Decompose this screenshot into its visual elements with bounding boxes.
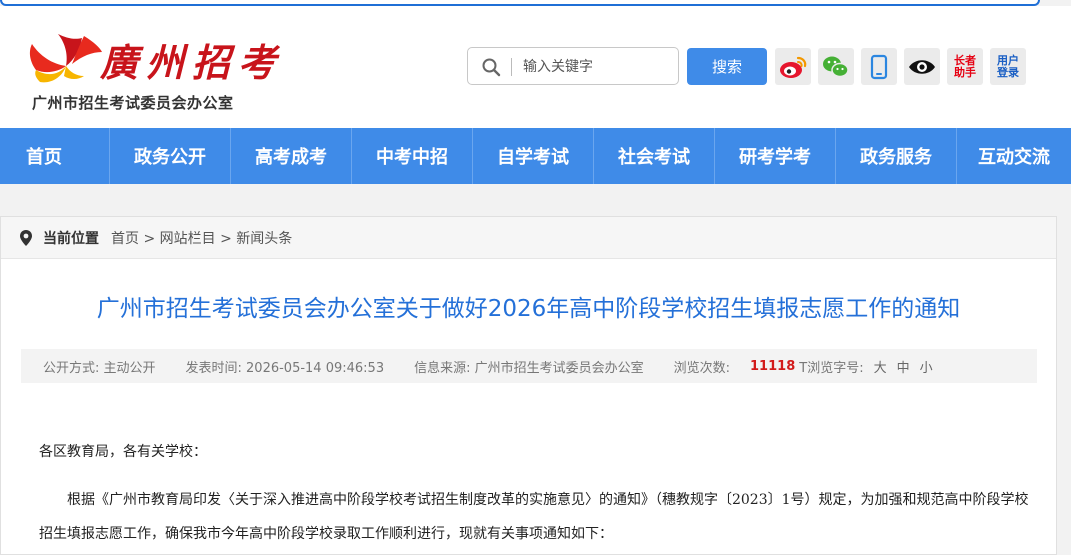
- nav-item-government-affairs[interactable]: 政务公开: [110, 128, 231, 184]
- user-login-button[interactable]: 用户登录: [990, 48, 1026, 85]
- nav-item-home[interactable]: 首页: [0, 128, 110, 184]
- font-size-large[interactable]: 大: [874, 357, 887, 376]
- nav-item-interaction[interactable]: 互动交流: [957, 128, 1071, 184]
- article-meta: 公开方式: 主动公开 发表时间: 2026-05-14 09:46:53 信息来…: [21, 349, 1037, 383]
- article-title: 广州市招生考试委员会办公室关于做好2026年高中阶段学校招生填报志愿工作的通知: [96, 296, 961, 322]
- font-size-label: T浏览字号:: [799, 360, 864, 376]
- info-source: 信息来源: 广州市招生考试委员会办公室: [414, 360, 644, 376]
- logo-subtitle: 广州市招生考试委员会办公室: [32, 94, 234, 112]
- nav-item-graduate-exam[interactable]: 研考学考: [715, 128, 836, 184]
- mobile-button[interactable]: [861, 48, 897, 85]
- search-box: [467, 47, 679, 85]
- elder-assistant-label: 长者助手: [954, 53, 976, 79]
- weibo-button[interactable]: [775, 48, 811, 85]
- publish-date: 发表时间: 2026-05-14 09:46:53: [185, 360, 385, 376]
- breadcrumb-path[interactable]: 首页 > 网站栏目 > 新闻头条: [111, 228, 292, 248]
- wechat-button[interactable]: [818, 48, 854, 85]
- breadcrumb: 当前位置 首页 > 网站栏目 > 新闻头条: [1, 217, 1056, 259]
- nav-item-gaokao[interactable]: 高考成考: [231, 128, 352, 184]
- article-greeting: 各区教育局，各有关学校：: [39, 444, 207, 460]
- article-paragraph: 根据《广州市教育局印发〈关于深入推进高中阶段学校考试招生制度改革的实施意见〉的通…: [39, 492, 1029, 542]
- views-label: 浏览次数:: [673, 360, 731, 376]
- search-input[interactable]: [523, 54, 673, 80]
- user-login-label: 用户登录: [997, 53, 1019, 79]
- nav-item-self-study-exam[interactable]: 自学考试: [473, 128, 594, 184]
- nav-item-social-exam[interactable]: 社会考试: [594, 128, 715, 184]
- site-header: 廣州招考 广州市招生考试委员会办公室 搜索: [0, 6, 1071, 128]
- search-icon: [482, 58, 501, 77]
- elder-assistant-button[interactable]: 长者助手: [947, 48, 983, 85]
- location-pin-icon: [20, 229, 32, 246]
- nav-item-government-services[interactable]: 政务服务: [836, 128, 957, 184]
- article-panel: 当前位置 首页 > 网站栏目 > 新闻头条 广州市招生考试委员会办公室关于做好2…: [0, 216, 1057, 555]
- mobile-icon: [870, 54, 888, 79]
- font-size-medium[interactable]: 中: [897, 357, 910, 376]
- weibo-icon: [780, 56, 807, 78]
- search-button[interactable]: 搜索: [687, 48, 767, 85]
- article-body: 各区教育局，各有关学校： 根据《广州市教育局印发〈关于深入推进高中阶段学校考试招…: [39, 435, 1029, 551]
- main-nav: 首页 政务公开 高考成考 中考中招 自学考试 社会考试 研考学考 政务服务 互动…: [0, 128, 1071, 184]
- publish-mode: 公开方式: 主动公开: [43, 360, 156, 376]
- font-size-small[interactable]: 小: [920, 357, 933, 376]
- wechat-icon: [823, 56, 849, 77]
- nav-item-zhongkao[interactable]: 中考中招: [352, 128, 473, 184]
- eye-icon: [909, 59, 935, 74]
- logo-title[interactable]: 廣州招考: [100, 32, 284, 87]
- breadcrumb-label: 当前位置: [43, 230, 99, 247]
- search-divider: [511, 58, 512, 76]
- view-count: 11118: [750, 358, 796, 374]
- kapok-flower-logo-icon[interactable]: [22, 26, 102, 86]
- accessibility-eye-button[interactable]: [904, 48, 940, 85]
